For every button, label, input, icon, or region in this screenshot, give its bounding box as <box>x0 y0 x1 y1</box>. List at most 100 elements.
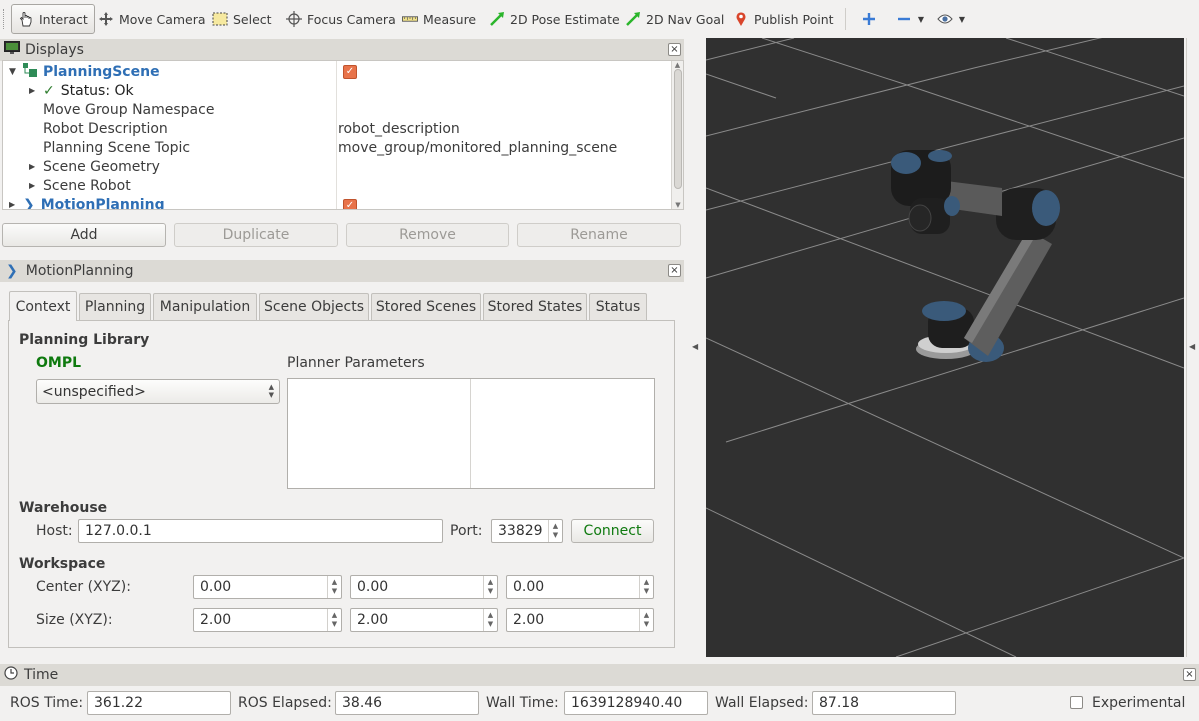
add-display-button[interactable]: Add <box>2 223 166 247</box>
toolbar-grip[interactable] <box>3 9 6 29</box>
tree-row-motion-planning[interactable]: ▶ ❯ MotionPlanning ✓ <box>3 195 673 210</box>
size-y-value: 2.00 <box>357 612 389 628</box>
remove-tool-button[interactable]: ▼ <box>896 4 925 34</box>
spin-arrows-icon[interactable]: ▲ ▼ <box>327 576 341 598</box>
center-y-spinbox[interactable]: 0.00 ▲ ▼ <box>350 575 498 599</box>
main-toolbar: Interact Move Camera Select Focus Camera… <box>0 0 1199 38</box>
planning-scene-topic-label: Planning Scene Topic <box>43 139 191 156</box>
expand-arrow-icon[interactable]: ▶ <box>29 181 39 190</box>
planning-scene-enabled-checkbox[interactable]: ✓ <box>343 64 357 79</box>
wall-time-label: Wall Time: <box>486 695 559 711</box>
size-y-spinbox[interactable]: 2.00 ▲ ▼ <box>350 608 498 632</box>
motion-planning-close-icon[interactable]: × <box>668 264 681 277</box>
port-spinbox[interactable]: 33829 ▲ ▼ <box>491 519 563 543</box>
measure-tool-button[interactable]: Measure <box>402 4 476 34</box>
spin-arrows-icon[interactable]: ▲ ▼ <box>548 520 562 542</box>
tab-scene-objects[interactable]: Scene Objects <box>259 293 369 320</box>
displays-scrollbar[interactable]: ▲ ▼ <box>671 61 683 209</box>
focus-camera-icon <box>286 11 302 27</box>
pose-estimate-tool-button[interactable]: 2D Pose Estimate <box>489 4 620 34</box>
expand-arrow-icon[interactable]: ▶ <box>29 86 39 95</box>
tab-status[interactable]: Status <box>589 293 647 320</box>
warehouse-heading: Warehouse <box>19 500 108 516</box>
spin-arrows-icon[interactable]: ▲ ▼ <box>483 609 497 631</box>
motion-planning-icon: ❯ <box>23 196 35 210</box>
render-viewport[interactable] <box>706 38 1184 657</box>
host-input[interactable]: 127.0.0.1 <box>78 519 443 543</box>
splitter-left-arrow-icon[interactable]: ◀ <box>692 342 698 351</box>
nav-arrow-icon <box>625 11 641 27</box>
pose-arrow-icon <box>489 11 505 27</box>
ros-time-field[interactable]: 361.22 <box>87 691 231 715</box>
spin-arrows-icon[interactable]: ▲ ▼ <box>639 609 653 631</box>
center-x-spinbox[interactable]: 0.00 ▲ ▼ <box>193 575 342 599</box>
publish-point-tool-button[interactable]: Publish Point <box>733 4 834 34</box>
select-tool-button[interactable]: Select <box>212 4 272 34</box>
tree-row-scene-robot[interactable]: ▶ Scene Robot <box>3 176 673 195</box>
remove-display-button[interactable]: Remove <box>346 223 509 247</box>
host-label: Host: <box>36 523 73 539</box>
wall-time-field[interactable]: 1639128940.40 <box>564 691 708 715</box>
planner-parameters-table[interactable] <box>287 378 655 489</box>
motion-planning-label: MotionPlanning <box>40 196 165 210</box>
expand-arrow-icon[interactable]: ▶ <box>9 200 19 209</box>
move-camera-label: Move Camera <box>119 11 206 27</box>
experimental-checkbox[interactable] <box>1070 696 1083 709</box>
view-panels-button[interactable]: ▼ <box>937 4 966 34</box>
rename-display-button[interactable]: Rename <box>517 223 681 247</box>
planner-select[interactable]: <unspecified> ▲ ▼ <box>36 379 280 404</box>
ros-elapsed-field[interactable]: 38.46 <box>335 691 479 715</box>
tree-row-planning-scene[interactable]: ▼ PlanningScene ✓ <box>3 62 673 81</box>
move-camera-tool-button[interactable]: Move Camera <box>98 4 206 34</box>
tree-row-move-group-namespace[interactable]: Move Group Namespace <box>3 100 673 119</box>
displays-close-icon[interactable]: × <box>668 43 681 56</box>
expand-arrow-icon[interactable]: ▶ <box>29 162 39 171</box>
size-xyz-label: Size (XYZ): <box>36 612 113 628</box>
size-z-spinbox[interactable]: 2.00 ▲ ▼ <box>506 608 654 632</box>
select-label: Select <box>233 11 272 27</box>
spin-arrows-icon[interactable]: ▲ ▼ <box>483 576 497 598</box>
expand-arrow-icon[interactable]: ▼ <box>9 67 19 77</box>
time-close-icon[interactable]: × <box>1183 668 1196 681</box>
planning-scene-topic-value[interactable]: move_group/monitored_planning_scene <box>338 140 617 156</box>
splitter-right-arrow-icon[interactable]: ◀ <box>1189 342 1195 351</box>
motion-planning-enabled-checkbox[interactable]: ✓ <box>343 199 357 209</box>
connect-button[interactable]: Connect <box>571 519 654 543</box>
scrollbar-thumb[interactable] <box>674 69 682 189</box>
port-value: 33829 <box>498 523 543 539</box>
wall-elapsed-field[interactable]: 87.18 <box>812 691 956 715</box>
planning-library-name: OMPL <box>36 355 82 371</box>
tab-stored-states[interactable]: Stored States <box>483 293 587 320</box>
size-x-spinbox[interactable]: 2.00 ▲ ▼ <box>193 608 342 632</box>
tab-stored-scenes[interactable]: Stored Scenes <box>371 293 481 320</box>
planning-scene-label: PlanningScene <box>43 63 160 80</box>
scroll-down-icon[interactable]: ▼ <box>672 201 683 209</box>
robot-description-value[interactable]: robot_description <box>338 121 460 137</box>
nav-goal-tool-button[interactable]: 2D Nav Goal <box>625 4 724 34</box>
add-tool-button[interactable] <box>861 4 877 34</box>
experimental-label: Experimental <box>1092 695 1186 711</box>
scroll-up-icon[interactable]: ▲ <box>672 61 683 69</box>
monitor-icon <box>4 41 20 59</box>
interact-tool-button[interactable]: Interact <box>11 4 95 34</box>
tree-row-robot-description[interactable]: Robot Description robot_description <box>3 119 673 138</box>
chevron-down-icon: ▼ <box>917 14 925 24</box>
check-icon: ✓ <box>43 82 55 99</box>
spin-arrows-icon[interactable]: ▲ ▼ <box>327 609 341 631</box>
tree-row-status[interactable]: ▶ ✓ Status: Ok <box>3 81 673 100</box>
tree-row-planning-scene-topic[interactable]: Planning Scene Topic move_group/monitore… <box>3 138 673 157</box>
tab-manipulation[interactable]: Manipulation <box>153 293 257 320</box>
move-camera-icon <box>98 11 114 27</box>
focus-camera-tool-button[interactable]: Focus Camera <box>286 4 396 34</box>
time-title: Time <box>24 667 59 683</box>
duplicate-display-button[interactable]: Duplicate <box>174 223 338 247</box>
tab-context[interactable]: Context <box>9 291 77 321</box>
tree-row-scene-geometry[interactable]: ▶ Scene Geometry <box>3 157 673 176</box>
updown-arrows-icon: ▲ ▼ <box>268 383 274 399</box>
publish-point-label: Publish Point <box>754 11 834 27</box>
ros-elapsed-label: ROS Elapsed: <box>238 695 332 711</box>
center-z-spinbox[interactable]: 0.00 ▲ ▼ <box>506 575 654 599</box>
tab-planning[interactable]: Planning <box>79 293 151 320</box>
right-dock-edge[interactable]: ◀ <box>1186 38 1199 657</box>
spin-arrows-icon[interactable]: ▲ ▼ <box>639 576 653 598</box>
